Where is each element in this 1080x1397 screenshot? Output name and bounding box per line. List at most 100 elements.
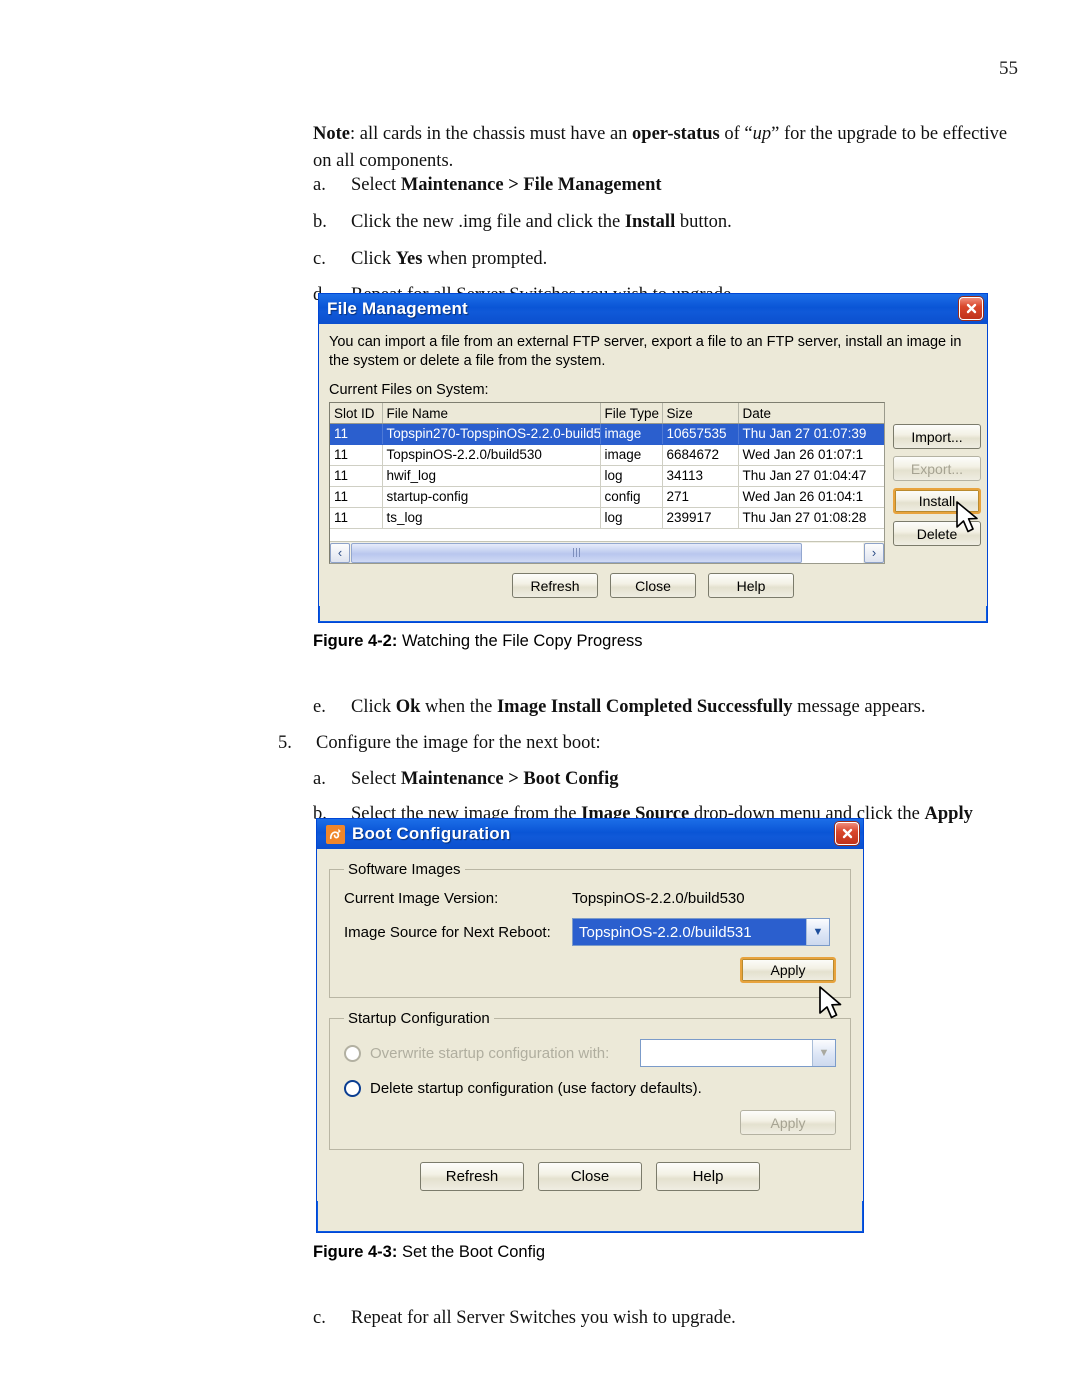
startup-configuration-legend: Startup Configuration	[348, 1010, 490, 1027]
boot-configuration-body: Software Images Current Image Version: T…	[317, 849, 863, 1201]
horizontal-scrollbar[interactable]: ‹ ›	[330, 541, 884, 564]
cell-slot-id: 11	[330, 423, 383, 445]
column-header-file-type[interactable]: File Type	[600, 403, 663, 424]
list-marker: b.	[313, 211, 327, 232]
boot-configuration-title: Boot Configuration	[352, 824, 511, 843]
scrollbar-thumb[interactable]	[351, 542, 802, 563]
text-post: when prompted.	[422, 248, 548, 269]
cell-file-type: config	[600, 486, 663, 508]
column-header-date[interactable]: Date	[738, 403, 884, 424]
list-body: Select Maintenance > File Management	[351, 172, 1018, 199]
close-icon[interactable]	[835, 822, 859, 845]
help-button[interactable]: Help	[656, 1162, 760, 1191]
list-item: b. Click the new .img file and click the…	[313, 209, 1018, 236]
chevron-down-icon[interactable]: ▼	[806, 919, 829, 945]
table-row[interactable]: 11 ts_log log 239917 Thu Jan 27 01:08:28	[330, 507, 884, 529]
list-marker: e.	[313, 697, 326, 717]
close-button[interactable]: Close	[538, 1162, 642, 1191]
current-image-version-label: Current Image Version:	[344, 890, 499, 907]
startup-configuration-group: Startup Configuration Overwrite startup …	[329, 1010, 851, 1150]
scroll-left-icon[interactable]: ‹	[330, 542, 350, 563]
cell-size: 34113	[662, 465, 739, 487]
file-management-footer: Refresh Close Help	[329, 573, 977, 599]
cell-size: 271	[662, 486, 739, 508]
column-header-size[interactable]: Size	[662, 403, 739, 424]
image-source-dropdown[interactable]: TopspinOS-2.2.0/build531 ▼	[572, 918, 830, 946]
list-body: Repeat for all Server Switches you wish …	[351, 1308, 736, 1328]
grip-line	[578, 548, 580, 558]
column-header-slot-id[interactable]: Slot ID	[330, 403, 383, 424]
refresh-button[interactable]: Refresh	[512, 573, 598, 599]
boot-configuration-titlebar: Boot Configuration	[317, 819, 863, 849]
text-bold: Maintenance > File Management	[400, 175, 662, 195]
figure-caption-text: Set the Boot Config	[397, 1243, 546, 1261]
table-header-row: Slot ID File Name File Type Size Date	[330, 403, 884, 424]
software-images-apply-button[interactable]: Apply	[740, 957, 836, 983]
image-source-label: Image Source for Next Reboot:	[344, 923, 551, 941]
overwrite-startup-config-dropdown: ▼	[640, 1039, 836, 1067]
cell-file-type: image	[600, 423, 663, 445]
text-bold-apply: Apply	[924, 804, 973, 825]
text-bold: Install	[624, 211, 676, 232]
delete-button[interactable]: Delete	[893, 521, 981, 547]
chevron-down-icon: ▼	[812, 1040, 835, 1066]
cell-file-name: TopspinOS-2.2.0/build530	[382, 444, 601, 466]
scroll-right-icon[interactable]: ›	[864, 542, 884, 563]
import-button[interactable]: Import...	[893, 424, 981, 450]
image-source-value: TopspinOS-2.2.0/build531	[579, 923, 752, 941]
cell-file-name: hwif_log	[382, 465, 601, 487]
list-item: a. Select Maintenance > Boot Config	[278, 766, 1018, 793]
file-management-side-buttons: Import... Export... Install Delete	[893, 402, 981, 547]
cell-date: Wed Jan 26 01:04:1	[738, 486, 884, 508]
file-management-titlebar: File Management	[319, 294, 987, 324]
text-pre: Select	[351, 768, 401, 789]
help-button[interactable]: Help	[708, 573, 794, 599]
column-header-file-name[interactable]: File Name	[382, 403, 601, 424]
file-management-dialog: File Management You can import a file fr…	[318, 293, 988, 623]
delete-startup-config-label: Delete startup configuration (use factor…	[370, 1080, 702, 1097]
cell-slot-id: 11	[330, 486, 383, 508]
close-button[interactable]: Close	[610, 573, 696, 599]
current-files-label: Current Files on System:	[329, 382, 489, 399]
file-table-container: Slot ID File Name File Type Size Date 11…	[329, 402, 885, 565]
software-images-legend: Software Images	[348, 861, 461, 878]
list-body: Click Yes when prompted.	[351, 246, 1018, 273]
page-number: 55	[999, 58, 1018, 79]
list-marker: c.	[313, 1308, 326, 1328]
table-row[interactable]: 11 startup-config config 271 Wed Jan 26 …	[330, 486, 884, 508]
cell-file-type: image	[600, 444, 663, 466]
text-post: button.	[675, 211, 732, 232]
close-icon[interactable]	[959, 297, 983, 320]
note-bold-oper-status: oper-status	[632, 124, 720, 144]
text-mid: when the	[420, 697, 497, 717]
cell-size: 239917	[662, 507, 739, 529]
list-body: Configure the image for the next boot:	[316, 732, 601, 753]
figure-caption-text: Watching the File Copy Progress	[397, 632, 643, 650]
list-item: e. Click Ok when the Image Install Compl…	[278, 694, 1018, 721]
figure-caption-label: Figure 4-3:	[313, 1243, 398, 1261]
text-pre: Click	[351, 697, 396, 717]
table-row[interactable]: 11 Topspin270-TopspinOS-2.2.0-build531.i…	[330, 423, 884, 445]
text-bold-ok: Ok	[395, 697, 421, 717]
boot-configuration-footer: Refresh Close Help	[329, 1162, 851, 1191]
table-row[interactable]: 11 TopspinOS-2.2.0/build530 image 668467…	[330, 444, 884, 466]
scrollbar-track[interactable]	[351, 542, 863, 563]
install-button[interactable]: Install	[893, 488, 981, 515]
refresh-button[interactable]: Refresh	[420, 1162, 524, 1191]
grip-line	[572, 548, 574, 558]
cell-date: Thu Jan 27 01:07:39	[738, 423, 884, 445]
delete-startup-config-radio[interactable]	[344, 1080, 361, 1097]
cell-file-type: log	[600, 507, 663, 529]
overwrite-startup-config-label: Overwrite startup configuration with:	[370, 1044, 610, 1062]
cell-file-name: Topspin270-TopspinOS-2.2.0-build531.img	[382, 423, 601, 445]
software-images-apply-row: Apply	[344, 957, 836, 983]
table-row[interactable]: 11 hwif_log log 34113 Thu Jan 27 01:04:4…	[330, 465, 884, 487]
list-body: Click Ok when the Image Install Complete…	[351, 694, 1018, 721]
text-post: message appears.	[792, 697, 926, 717]
text-bold-message: Image Install Completed Successfully	[496, 697, 793, 717]
list-marker: a.	[313, 768, 326, 789]
document-page: 55 Note: all cards in the chassis must h…	[0, 0, 1080, 1397]
list-item: 5. Configure the image for the next boot…	[278, 730, 1018, 757]
startup-configuration-apply-button: Apply	[740, 1110, 836, 1135]
list-item: a. Select Maintenance > File Management	[313, 172, 1018, 199]
